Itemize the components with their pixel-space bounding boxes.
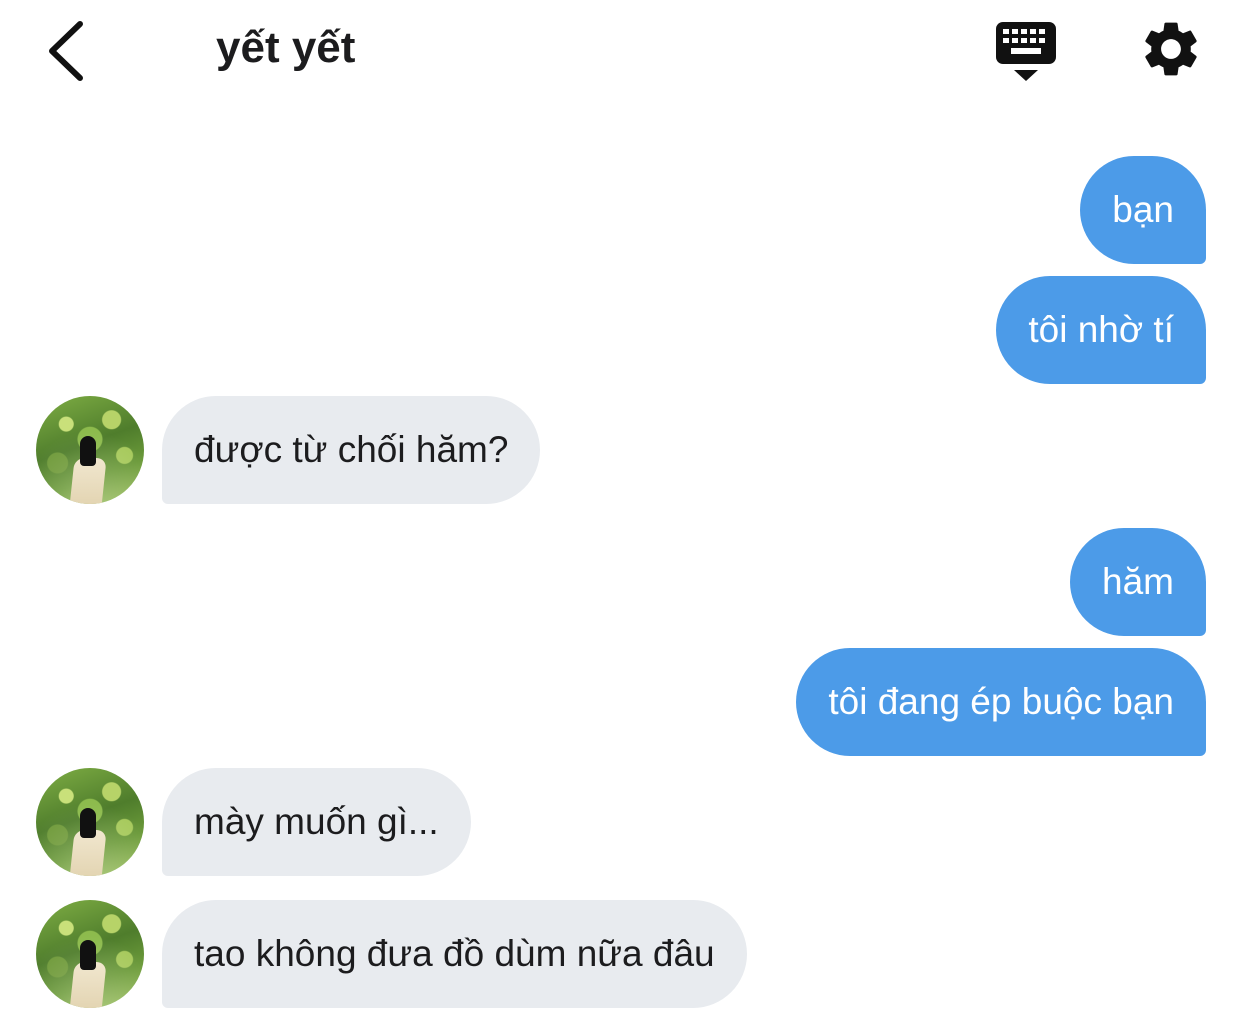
contact-avatar[interactable] [36, 900, 144, 1008]
message-text: hăm [1102, 561, 1174, 602]
message-text: tôi nhờ tí [1028, 309, 1174, 350]
message-text: mày muốn gì... [194, 801, 439, 842]
outgoing-message-bubble[interactable]: hăm [1070, 528, 1206, 636]
message-text: được từ chối hăm? [194, 429, 509, 470]
back-button[interactable] [40, 18, 100, 82]
conversation-title: yết yết [216, 23, 356, 72]
chat-header: yết yết [0, 0, 1242, 100]
message-text: tao không đưa đồ dùm nữa đâu [194, 933, 715, 974]
incoming-message-bubble[interactable]: được từ chối hăm? [162, 396, 541, 504]
chevron-left-icon [49, 21, 83, 81]
keyboard-dismiss-icon [996, 22, 1056, 81]
contact-avatar[interactable] [36, 768, 144, 876]
chat-screen: yết yết bạn tôi nhờ tí được từ chối hăm?… [0, 0, 1242, 1023]
outgoing-message-bubble[interactable]: tôi nhờ tí [996, 276, 1206, 384]
incoming-message-bubble[interactable]: tao không đưa đồ dùm nữa đâu [162, 900, 747, 1008]
gear-icon [1145, 22, 1197, 76]
incoming-message-bubble[interactable]: mày muốn gì... [162, 768, 471, 876]
message-text: bạn [1112, 189, 1174, 230]
keyboard-toggle-button[interactable] [993, 20, 1059, 84]
outgoing-message-bubble[interactable]: tôi đang ép buộc bạn [796, 648, 1206, 756]
message-text: tôi đang ép buộc bạn [828, 681, 1174, 722]
settings-button[interactable] [1138, 16, 1204, 82]
outgoing-message-bubble[interactable]: bạn [1080, 156, 1206, 264]
contact-avatar[interactable] [36, 396, 144, 504]
